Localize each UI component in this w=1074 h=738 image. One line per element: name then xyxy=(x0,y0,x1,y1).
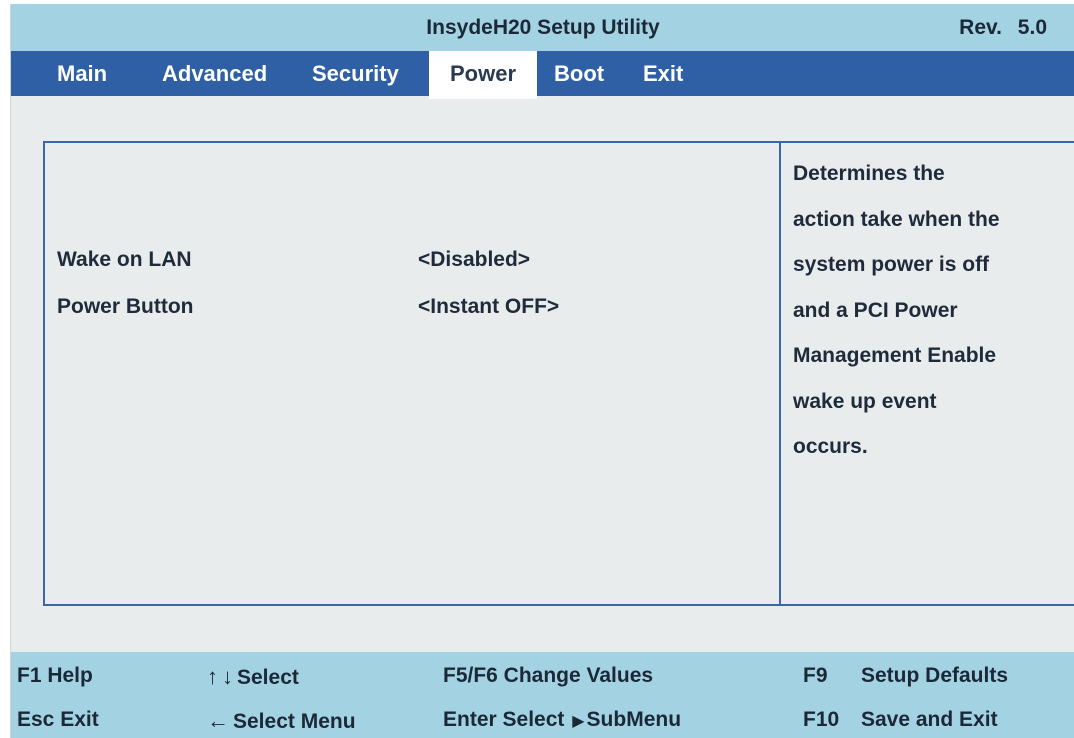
key-updown-select: ↑ ↓ Select xyxy=(207,664,299,690)
key-enter-submenu: Enter Select ▶SubMenu xyxy=(443,708,681,732)
tab-exit[interactable]: Exit xyxy=(643,51,683,96)
key-left-select-menu: ← Select Menu xyxy=(207,708,356,734)
help-line: Determines the xyxy=(793,162,945,185)
key-submenu-label: SubMenu xyxy=(586,708,682,731)
key-updown-label: Select xyxy=(237,666,299,689)
setting-value-wake-on-lan[interactable]: <Disabled> xyxy=(418,248,530,272)
key-f10-label: Save and Exit xyxy=(861,708,998,731)
help-line: and a PCI Power xyxy=(793,298,958,322)
key-f1-help: F1 Help xyxy=(17,664,93,687)
key-enter-label: Enter Select xyxy=(443,708,565,731)
help-line: occurs. xyxy=(793,435,868,458)
help-line: action take when the xyxy=(793,207,1000,231)
arrow-left-icon: ← xyxy=(207,708,229,733)
panel-divider xyxy=(779,143,781,604)
setting-label-wake-on-lan[interactable]: Wake on LAN xyxy=(57,248,192,272)
key-f9: F9 xyxy=(803,664,828,687)
app-title: InsydeH20 Setup Utility xyxy=(426,16,660,39)
tab-boot[interactable]: Boot xyxy=(554,51,604,96)
settings-panel: Wake on LAN <Disabled> Power Button <Ins… xyxy=(43,141,1074,606)
tab-advanced[interactable]: Advanced xyxy=(162,51,267,96)
arrow-up-icon: ↑ xyxy=(207,664,218,689)
help-line: Management Enable xyxy=(793,344,997,367)
key-f5f6-change: F5/F6 Change Values xyxy=(443,664,654,687)
help-line: wake up event xyxy=(793,389,937,413)
menu-bar: Main Advanced Security Power Boot Exit xyxy=(11,51,1074,99)
key-select-menu-label: Select Menu xyxy=(233,710,356,733)
title-bar: InsydeH20 Setup Utility Rev. 5.0 xyxy=(11,4,1074,51)
key-help-bar: F1 Help ↑ ↓ Select F5/F6 Change Values F9 … xyxy=(11,652,1074,738)
tab-main[interactable]: Main xyxy=(57,51,107,96)
tab-power[interactable]: Power xyxy=(429,51,537,99)
key-f10: F10 xyxy=(803,708,840,731)
triangle-right-icon: ▶ xyxy=(572,713,585,730)
setting-label-power-button[interactable]: Power Button xyxy=(57,295,194,319)
setting-value-power-button[interactable]: <Instant OFF> xyxy=(418,295,559,319)
key-esc-exit: Esc Exit xyxy=(17,708,99,731)
bios-window: InsydeH20 Setup Utility Rev. 5.0 Main Ad… xyxy=(10,4,1074,738)
key-f9-label: Setup Defaults xyxy=(861,664,1009,687)
help-line: system power is off xyxy=(793,253,990,276)
arrow-down-icon: ↓ xyxy=(222,664,233,689)
help-text: Determines the action take when the syst… xyxy=(793,151,1068,470)
tab-security[interactable]: Security xyxy=(312,51,399,96)
revision-label: Rev. 5.0 xyxy=(959,16,1047,39)
